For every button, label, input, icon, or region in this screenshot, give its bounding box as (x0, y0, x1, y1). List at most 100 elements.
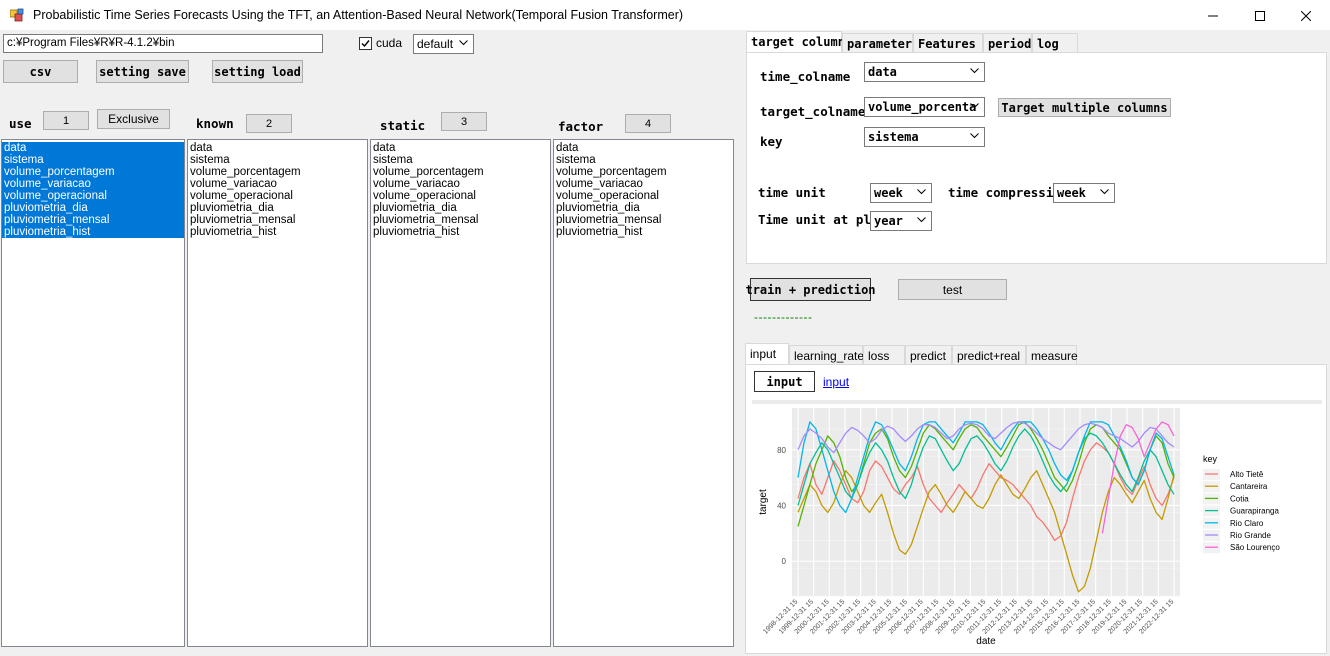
list-item[interactable]: pluviometria_hist (371, 226, 550, 238)
close-icon (1301, 10, 1311, 21)
time-colname-select[interactable]: data (864, 62, 985, 82)
progress-text: ------------- (754, 310, 813, 324)
use-count: 1 (43, 111, 89, 130)
list-item[interactable]: data (188, 142, 367, 154)
title-bar: Probabilistic Time Series Forecasts Usin… (0, 0, 1330, 31)
chevron-down-icon (917, 217, 926, 223)
target-colname-select[interactable]: volume_porcenta (864, 97, 985, 117)
y-tick-label: 0 (782, 557, 787, 566)
legend-label: Rio Claro (1230, 519, 1264, 528)
list-item[interactable]: pluviometria_hist (2, 226, 184, 238)
list-item[interactable]: data (371, 142, 550, 154)
list-item[interactable]: volume_operacional (371, 190, 550, 202)
input-button[interactable]: input (754, 371, 815, 392)
list-item[interactable]: volume_operacional (2, 190, 184, 202)
time-unit-select[interactable]: week (870, 183, 932, 203)
static-label: static (380, 118, 426, 133)
cuda-checkbox[interactable] (359, 37, 372, 50)
list-item[interactable]: volume_porcentagem (2, 166, 184, 178)
list-item[interactable]: volume_porcentagem (188, 166, 367, 178)
known-listbox[interactable]: data sistema volume_porcentagem volume_v… (187, 139, 368, 647)
use-label: use (9, 116, 32, 131)
minimize-button[interactable] (1190, 0, 1236, 31)
setting-load-button[interactable]: setting load (212, 60, 303, 83)
legend-label: Rio Grande (1230, 531, 1271, 540)
static-listbox[interactable]: data sistema volume_porcentagem volume_v… (370, 139, 551, 647)
y-tick-label: 80 (777, 446, 786, 455)
tab-predict[interactable]: predict (905, 345, 952, 365)
key-select[interactable]: sistema (864, 127, 985, 147)
list-item[interactable]: sistema (371, 154, 550, 166)
list-item[interactable]: volume_porcentagem (554, 166, 733, 178)
list-item[interactable]: pluviometria_dia (371, 202, 550, 214)
tab-period[interactable]: period (983, 33, 1032, 53)
maximize-icon (1255, 10, 1265, 21)
chevron-down-icon (917, 189, 926, 195)
tab-input[interactable]: input (745, 343, 789, 365)
time-compression-label: time compression (948, 185, 1069, 200)
x-axis-title: date (976, 636, 996, 647)
list-item[interactable]: volume_variacao (2, 178, 184, 190)
static-count: 3 (441, 112, 487, 131)
setting-save-button[interactable]: setting save (96, 60, 189, 83)
list-item[interactable]: pluviometria_mensal (371, 214, 550, 226)
train-prediction-button[interactable]: train + prediction (745, 278, 876, 301)
list-item[interactable]: data (2, 142, 184, 154)
chevron-down-icon (970, 133, 979, 139)
target-colname-value: volume_porcenta (868, 100, 977, 114)
tab-parameter[interactable]: parameter (842, 33, 913, 53)
legend-title: key (1203, 454, 1218, 464)
settings-tabs: target column parameter Features period … (746, 31, 1330, 53)
list-item[interactable]: sistema (188, 154, 367, 166)
known-label: known (196, 116, 234, 131)
result-tabs: input learning_rate loss predict predict… (745, 343, 1330, 365)
device-select[interactable]: default (413, 34, 474, 54)
tab-loss[interactable]: loss (863, 345, 905, 365)
y-axis-title: target (758, 489, 769, 515)
factor-label: factor (558, 119, 604, 134)
tab-learning-rate[interactable]: learning_rate (789, 345, 864, 365)
maximize-button[interactable] (1237, 0, 1283, 31)
input-link[interactable]: input (823, 375, 849, 389)
list-item[interactable]: pluviometria_hist (188, 226, 367, 238)
time-compression-select[interactable]: week (1053, 183, 1115, 203)
legend-label: Alto Tietê (1230, 470, 1264, 479)
close-button[interactable] (1283, 0, 1329, 31)
list-item[interactable]: pluviometria_hist (554, 226, 733, 238)
time-unit-value: week (874, 186, 903, 200)
r-path-input[interactable]: c:¥Program Files¥R¥R-4.1.2¥bin (3, 34, 323, 53)
list-item[interactable]: data (554, 142, 733, 154)
list-item[interactable]: pluviometria_dia (554, 202, 733, 214)
time-compression-value: week (1057, 186, 1086, 200)
tab-predict-real[interactable]: predict+real (952, 345, 1026, 365)
factor-listbox[interactable]: data sistema volume_porcentagem volume_v… (553, 139, 734, 647)
chevron-down-icon (970, 68, 979, 74)
list-item[interactable]: volume_variacao (554, 178, 733, 190)
tab-log[interactable]: log (1032, 33, 1078, 53)
target-colname-label: target_colname (760, 104, 866, 119)
list-item[interactable]: pluviometria_mensal (188, 214, 367, 226)
list-item[interactable]: pluviometria_mensal (554, 214, 733, 226)
tab-measure[interactable]: measure (1026, 345, 1078, 365)
chevron-down-icon (970, 103, 979, 109)
app-icon (9, 8, 25, 23)
list-item[interactable]: pluviometria_dia (2, 202, 184, 214)
list-item[interactable]: volume_variacao (188, 178, 367, 190)
exclusive-button[interactable]: Exclusive (97, 109, 170, 129)
tab-features[interactable]: Features (913, 33, 983, 53)
list-item[interactable]: volume_operacional (554, 190, 733, 202)
device-select-value: default (417, 37, 454, 51)
csv-button[interactable]: csv (3, 60, 78, 83)
test-button[interactable]: test (898, 279, 1007, 300)
list-item[interactable]: sistema (2, 154, 184, 166)
list-item[interactable]: sistema (554, 154, 733, 166)
list-item[interactable]: volume_porcentagem (371, 166, 550, 178)
use-listbox[interactable]: data sistema volume_porcentagem volume_v… (1, 139, 185, 647)
list-item[interactable]: pluviometria_dia (188, 202, 367, 214)
target-multiple-button[interactable]: Target multiple columns (998, 98, 1171, 117)
time-unit-plot-select[interactable]: year (870, 211, 932, 231)
list-item[interactable]: volume_operacional (188, 190, 367, 202)
tab-target-column[interactable]: target column (746, 31, 845, 53)
list-item[interactable]: pluviometria_mensal (2, 214, 184, 226)
list-item[interactable]: volume_variacao (371, 178, 550, 190)
